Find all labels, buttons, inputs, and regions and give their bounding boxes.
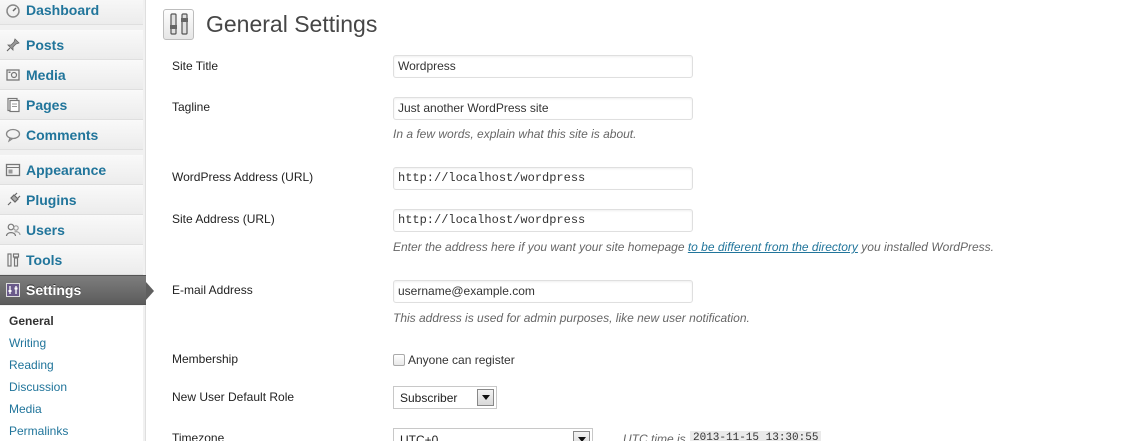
submenu-media[interactable]: Media xyxy=(0,398,143,420)
wp-address-input[interactable]: http://localhost/wordpress xyxy=(393,167,693,190)
site-address-desc-before: Enter the address here if you want your … xyxy=(393,240,688,254)
menu-label-comments: Comments xyxy=(26,127,99,143)
email-label: E-mail Address xyxy=(172,283,253,297)
anyone-can-register-label[interactable]: Anyone can register xyxy=(408,353,515,367)
site-address-input[interactable]: http://localhost/wordpress xyxy=(393,209,693,232)
menu-label-settings: Settings xyxy=(26,282,82,298)
pages-icon xyxy=(5,97,21,113)
chevron-down-icon xyxy=(573,431,590,441)
settings-page-icon xyxy=(163,8,194,40)
menu-item-tools[interactable]: Tools xyxy=(0,245,143,275)
tagline-label: Tagline xyxy=(172,100,211,114)
menu-item-users[interactable]: Users xyxy=(0,215,143,245)
timezone-value: UTC+0 xyxy=(400,432,439,441)
appearance-icon xyxy=(5,162,21,178)
submenu-general[interactable]: General xyxy=(0,310,143,332)
site-title-input[interactable]: Wordpress xyxy=(393,55,693,78)
submenu-writing[interactable]: Writing xyxy=(0,332,143,354)
default-role-label: New User Default Role xyxy=(172,390,295,404)
menu-label-appearance: Appearance xyxy=(26,162,107,178)
timezone-label: Timezone xyxy=(172,431,225,441)
page-header: General Settings xyxy=(163,6,377,42)
membership-label: Membership xyxy=(172,352,239,366)
menu-item-dashboard[interactable]: Dashboard xyxy=(0,0,143,25)
pin-icon xyxy=(5,37,21,53)
menu-item-appearance[interactable]: Appearance xyxy=(0,155,143,185)
different-directory-link[interactable]: to be different from the directory xyxy=(688,240,858,254)
site-address-desc-after: you installed WordPress. xyxy=(857,240,994,254)
menu-label-pages: Pages xyxy=(26,97,68,113)
menu-item-media[interactable]: Media xyxy=(0,60,143,90)
site-title-label: Site Title xyxy=(172,59,219,73)
wp-address-label: WordPress Address (URL) xyxy=(172,170,314,184)
default-role-value: Subscriber xyxy=(400,390,458,405)
menu-label-media: Media xyxy=(26,67,66,83)
site-address-label: Site Address (URL) xyxy=(172,212,275,226)
default-role-select[interactable]: Subscriber xyxy=(393,386,497,409)
current-menu-arrow xyxy=(146,282,154,300)
menu-label-users: Users xyxy=(26,222,65,238)
menu-item-plugins[interactable]: Plugins xyxy=(0,185,143,215)
submenu-permalinks[interactable]: Permalinks xyxy=(0,420,143,441)
site-address-description: Enter the address here if you want your … xyxy=(393,240,994,254)
menu-item-pages[interactable]: Pages xyxy=(0,90,143,120)
utc-time-label: UTC time is xyxy=(623,432,686,441)
tagline-input[interactable]: Just another WordPress site xyxy=(393,97,693,120)
anyone-can-register-checkbox[interactable] xyxy=(393,354,405,366)
menu-label-posts: Posts xyxy=(26,37,65,53)
membership-option: Anyone can register xyxy=(393,353,515,367)
chevron-down-icon xyxy=(477,389,494,406)
tagline-description: In a few words, explain what this site i… xyxy=(393,127,637,141)
settings-icon xyxy=(5,282,21,298)
utc-time-value: 2013-11-15 13:30:55 xyxy=(690,431,822,441)
menu-item-comments[interactable]: Comments xyxy=(0,120,143,150)
tools-icon xyxy=(5,252,21,268)
settings-submenu: General Writing Reading Discussion Media… xyxy=(0,306,143,441)
menu-item-posts[interactable]: Posts xyxy=(0,30,143,60)
dashboard-icon xyxy=(5,2,21,18)
users-icon xyxy=(5,222,21,238)
menu-item-settings[interactable]: Settings xyxy=(0,275,154,305)
menu-label-dashboard: Dashboard xyxy=(26,2,100,18)
timezone-select[interactable]: UTC+0 xyxy=(393,428,593,441)
submenu-reading[interactable]: Reading xyxy=(0,354,143,376)
plugins-icon xyxy=(5,192,21,208)
menu-label-plugins: Plugins xyxy=(26,192,77,208)
email-description: This address is used for admin purposes,… xyxy=(393,311,750,325)
main-content: General Settings Site Title Wordpress Ta… xyxy=(163,0,1146,441)
comments-icon xyxy=(5,127,21,143)
media-icon xyxy=(5,67,21,83)
submenu-discussion[interactable]: Discussion xyxy=(0,376,143,398)
page-title: General Settings xyxy=(206,10,378,37)
menu-label-tools: Tools xyxy=(26,252,63,268)
admin-sidebar: Dashboard Posts Media Pages Comments App… xyxy=(0,0,154,441)
email-input[interactable]: username@example.com xyxy=(393,280,693,303)
